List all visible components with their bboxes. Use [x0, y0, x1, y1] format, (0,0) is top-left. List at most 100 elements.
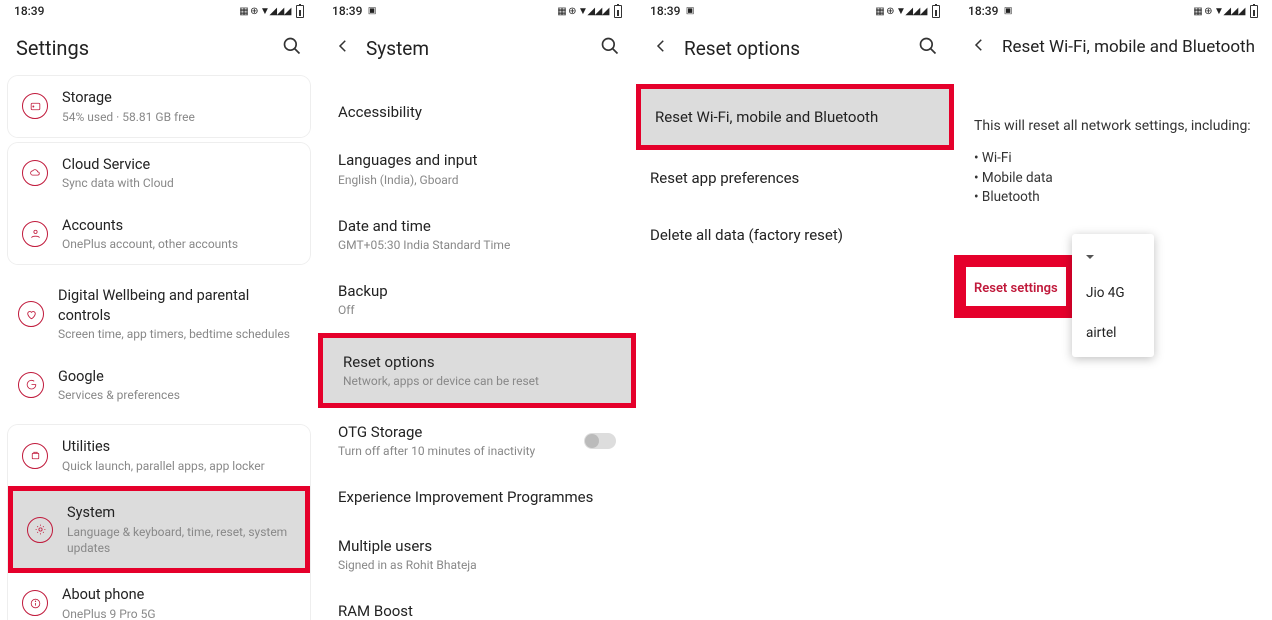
- screen-system: 18:39 ▣ ▦ ⊕ ▼◢◢◢ System Accessibility La…: [318, 0, 636, 620]
- status-icons: ▦ ⊕ ▼◢◢◢: [239, 5, 304, 18]
- item-label: About phone: [62, 585, 296, 605]
- status-time: 18:39: [968, 4, 998, 18]
- status-bar: 18:39 ▣ ▦ ⊕ ▼◢◢◢: [954, 0, 1272, 22]
- status-icons: ▦ ⊕ ▼◢◢◢: [875, 5, 940, 18]
- item-sub: Off: [338, 302, 616, 318]
- settings-item-storage[interactable]: Storage 54% used · 58.81 GB free: [8, 76, 310, 137]
- header: Settings: [0, 22, 318, 70]
- item-sub: Signed in as Rohit Bhateja: [338, 557, 616, 573]
- item-sub: Quick launch, parallel apps, app locker: [62, 458, 296, 474]
- item-label: Storage: [62, 88, 296, 108]
- back-icon[interactable]: [652, 37, 670, 59]
- cloud-icon: [22, 160, 48, 186]
- settings-item-accounts[interactable]: Accounts OnePlus account, other accounts: [8, 204, 310, 265]
- reset-settings-button[interactable]: Reset settings: [966, 267, 1066, 306]
- system-item-otg[interactable]: OTG StorageTurn off after 10 minutes of …: [318, 408, 636, 473]
- sim-dropdown-trigger[interactable]: [1072, 238, 1154, 273]
- highlight-reset-options: Reset optionsNetwork, apps or device can…: [318, 333, 636, 408]
- item-label: Reset Wi-Fi, mobile and Bluetooth: [655, 107, 935, 127]
- item-label: Cloud Service: [62, 155, 296, 175]
- settings-item-google[interactable]: Google Services & preferences: [0, 355, 318, 416]
- chevron-down-icon: [1082, 246, 1094, 265]
- storage-icon: [22, 93, 48, 119]
- accounts-icon: [22, 221, 48, 247]
- search-icon[interactable]: [918, 36, 938, 60]
- page-title: Reset options: [684, 37, 904, 60]
- status-bar: 18:39 ▣ ▦ ⊕ ▼◢◢◢: [636, 0, 954, 22]
- item-label: Delete all data (factory reset): [650, 225, 940, 245]
- otg-toggle[interactable]: [584, 433, 616, 449]
- sim-select-popup: Jio 4G airtel: [1072, 234, 1154, 357]
- highlight-reset-button: Reset settings: [954, 255, 1078, 318]
- settings-item-system[interactable]: System Language & keyboard, time, reset,…: [13, 491, 305, 568]
- back-icon[interactable]: [334, 37, 352, 59]
- status-icons: ▦ ⊕ ▼◢◢◢: [1193, 5, 1258, 18]
- gear-icon: [27, 517, 53, 543]
- screenshot-icon: ▣: [368, 6, 377, 16]
- settings-item-cloud[interactable]: Cloud Service Sync data with Cloud: [8, 143, 310, 204]
- item-sub: Turn off after 10 minutes of inactivity: [338, 443, 570, 459]
- system-item-languages[interactable]: Languages and input English (India), Gboa…: [318, 136, 636, 201]
- explain-text: This will reset all network settings, in…: [954, 104, 1272, 149]
- reset-app-prefs[interactable]: Reset app preferences: [636, 150, 954, 206]
- search-icon[interactable]: [282, 36, 302, 60]
- system-item-ramboost[interactable]: RAM BoostOptimise RAM utilisation based …: [318, 587, 636, 620]
- sim-option-airtel[interactable]: airtel: [1072, 313, 1154, 353]
- screen-reset-options: 18:39 ▣ ▦ ⊕ ▼◢◢◢ Reset options Reset Wi-…: [636, 0, 954, 620]
- sim-option-jio[interactable]: Jio 4G: [1072, 273, 1154, 313]
- status-bar: 18:39 ▦ ⊕ ▼◢◢◢: [0, 0, 318, 22]
- item-label: OTG Storage: [338, 422, 570, 442]
- status-time: 18:39: [650, 4, 680, 18]
- header: Reset options: [636, 22, 954, 70]
- search-icon[interactable]: [600, 36, 620, 60]
- settings-item-wellbeing[interactable]: Digital Wellbeing and parental controls …: [0, 274, 318, 354]
- system-item-experience[interactable]: Experience Improvement Programmes: [318, 473, 636, 521]
- back-icon[interactable]: [970, 36, 988, 58]
- system-item-accessibility[interactable]: Accessibility: [318, 88, 636, 136]
- item-label: Reset options: [343, 352, 611, 372]
- group-system: Utilities Quick launch, parallel apps, a…: [8, 425, 310, 620]
- item-sub: Language & keyboard, time, reset, system…: [67, 524, 291, 556]
- item-label: Experience Improvement Programmes: [338, 487, 616, 507]
- item-label: Accessibility: [338, 102, 616, 122]
- screenshot-icon: ▣: [686, 6, 695, 16]
- info-icon: [22, 590, 48, 616]
- bullet-mobile: • Mobile data: [954, 169, 1272, 189]
- page-title: Reset Wi-Fi, mobile and Bluetooth: [1002, 37, 1256, 57]
- google-icon: [18, 372, 44, 398]
- utilities-icon: [22, 443, 48, 469]
- settings-item-about[interactable]: About phone OnePlus 9 Pro 5G: [8, 573, 310, 620]
- screen-settings: 18:39 ▦ ⊕ ▼◢◢◢ Settings Storage 54% used…: [0, 0, 318, 620]
- system-item-datetime[interactable]: Date and timeGMT+05:30 India Standard Ti…: [318, 202, 636, 267]
- item-sub: Screen time, app timers, bedtime schedul…: [58, 326, 304, 342]
- item-label: Reset app preferences: [650, 168, 940, 188]
- item-sub: 54% used · 58.81 GB free: [62, 109, 296, 125]
- status-icons: ▦ ⊕ ▼◢◢◢: [557, 5, 622, 18]
- item-label: Accounts: [62, 216, 296, 236]
- item-label: Google: [58, 367, 304, 387]
- status-time: 18:39: [332, 4, 362, 18]
- system-item-users[interactable]: Multiple usersSigned in as Rohit Bhateja: [318, 522, 636, 587]
- reset-wifi-mobile-bt[interactable]: Reset Wi-Fi, mobile and Bluetooth: [641, 89, 949, 145]
- system-item-backup[interactable]: BackupOff: [318, 267, 636, 332]
- item-label: Backup: [338, 281, 616, 301]
- item-label: Multiple users: [338, 536, 616, 556]
- page-title: Settings: [16, 36, 268, 60]
- settings-item-utilities[interactable]: Utilities Quick launch, parallel apps, a…: [8, 425, 310, 486]
- screenshot-icon: ▣: [1004, 6, 1013, 16]
- header: System: [318, 22, 636, 70]
- factory-reset[interactable]: Delete all data (factory reset): [636, 207, 954, 263]
- item-sub: OnePlus account, other accounts: [62, 236, 296, 252]
- item-sub: English (India), Gboard: [338, 172, 616, 188]
- system-item-reset-options[interactable]: Reset optionsNetwork, apps or device can…: [323, 338, 631, 403]
- header: Reset Wi-Fi, mobile and Bluetooth: [954, 22, 1272, 68]
- group-accounts: Cloud Service Sync data with Cloud Accou…: [8, 143, 310, 265]
- heart-icon: [18, 301, 44, 327]
- highlight-system: System Language & keyboard, time, reset,…: [8, 486, 310, 573]
- item-label: Date and time: [338, 216, 616, 236]
- item-sub: Sync data with Cloud: [62, 175, 296, 191]
- item-label: RAM Boost: [338, 601, 616, 620]
- item-sub: OnePlus 9 Pro 5G: [62, 606, 296, 620]
- group-storage: Storage 54% used · 58.81 GB free: [8, 76, 310, 137]
- item-label: Languages and input: [338, 150, 616, 170]
